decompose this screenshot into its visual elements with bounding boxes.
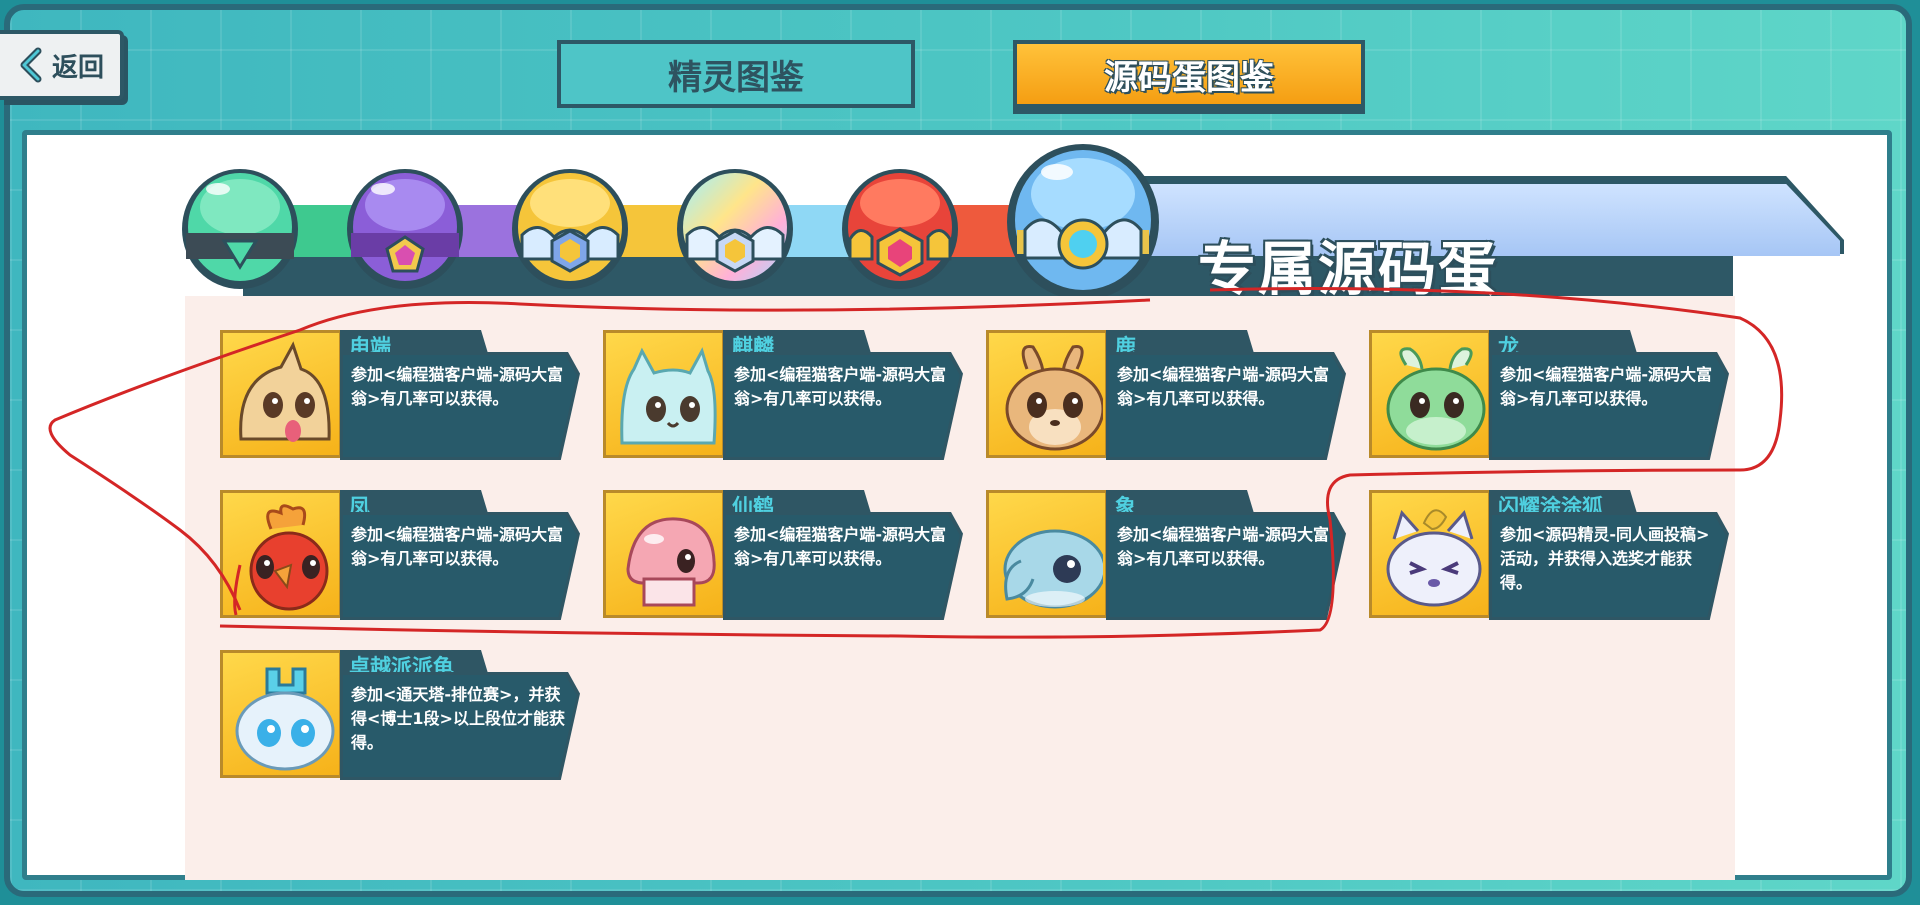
turtle-creature-icon [235,667,335,771]
tab-sprite-codex-label: 精灵图鉴 [668,57,804,98]
creature-portrait [1369,490,1491,618]
creature-obtain-desc: 参加<通天塔-排位赛>，并获得<博士1段>以上段位才能获得。 [351,685,565,752]
creature-card-shining-fox[interactable]: 闪耀涂涂狐 参加<源码精灵-同人画投稿>活动，并获得入选奖才能获得。 [1369,490,1729,620]
rainbow-egg-icon[interactable] [673,163,797,291]
phoenix-creature-icon [249,504,329,611]
creature-card-excellent-turtle[interactable]: 卓越派派龟 参加<通天塔-排位赛>，并获得<博士1段>以上段位才能获得。 [220,650,580,780]
creature-card-deer[interactable]: 鹿 参加<编程猫客户端-源码大富翁>有几率可以获得。 [986,330,1346,460]
tab-source-egg-codex[interactable]: 源码蛋图鉴 [1013,40,1365,108]
luduan-creature-icon [239,341,331,442]
creature-obtain-desc: 参加<编程猫客户端-源码大富翁>有几率可以获得。 [351,525,564,568]
red-egg-icon[interactable] [838,163,962,291]
crane-creature-icon [626,517,716,607]
qilin-creature-icon [620,347,717,445]
gold-egg-icon[interactable] [508,163,632,291]
tab-source-egg-codex-label: 源码蛋图鉴 [1104,57,1274,98]
fox-creature-icon [1386,509,1482,607]
exclusive-blue-egg-icon[interactable] [1003,138,1163,302]
creature-portrait [220,650,342,778]
chevron-left-icon [20,47,42,83]
tab-sprite-codex[interactable]: 精灵图鉴 [557,40,915,108]
creature-card-crane[interactable]: 仙鹤 参加<编程猫客户端-源码大富翁>有几率可以获得。 [603,490,963,620]
creature-portrait [603,330,725,458]
creature-obtain-desc: 参加<编程猫客户端-源码大富翁>有几率可以获得。 [351,365,564,408]
creature-card-luduan[interactable]: 甪端 参加<编程猫客户端-源码大富翁>有几率可以获得。 [220,330,580,460]
creature-obtain-desc: 参加<编程猫客户端-源码大富翁>有几率可以获得。 [734,525,947,568]
creature-portrait [1369,330,1491,458]
creature-card-qilin[interactable]: 麒麟 参加<编程猫客户端-源码大富翁>有几率可以获得。 [603,330,963,460]
creature-obtain-desc: 参加<编程猫客户端-源码大富翁>有几率可以获得。 [1117,365,1330,408]
creature-obtain-desc: 参加<源码精灵-同人画投稿>活动，并获得入选奖才能获得。 [1500,525,1710,592]
creature-portrait [220,330,342,458]
egg-track-title: 专属源码蛋 [1198,235,1499,303]
purple-egg-icon[interactable] [343,163,467,291]
creature-obtain-desc: 参加<编程猫客户端-源码大富翁>有几率可以获得。 [1500,365,1713,408]
back-button[interactable]: 返回 [0,30,124,100]
creature-card-dragon[interactable]: 龙 参加<编程猫客户端-源码大富翁>有几率可以获得。 [1369,330,1729,460]
creature-portrait [986,330,1108,458]
back-button-label: 返回 [51,52,104,83]
creature-obtain-desc: 参加<编程猫客户端-源码大富翁>有几率可以获得。 [734,365,947,408]
dragon-creature-icon [1386,347,1486,451]
creature-obtain-desc: 参加<编程猫客户端-源码大富翁>有几率可以获得。 [1117,525,1330,568]
creature-portrait [603,490,725,618]
creature-card-phoenix[interactable]: 凤 参加<编程猫客户端-源码大富翁>有几率可以获得。 [220,490,580,620]
creature-portrait [220,490,342,618]
creature-portrait [986,490,1108,618]
elephant-creature-icon [1003,529,1103,609]
creature-card-elephant[interactable]: 象 参加<编程猫客户端-源码大富翁>有几率可以获得。 [986,490,1346,620]
deer-creature-icon [1005,344,1103,451]
green-egg-icon[interactable] [178,163,302,291]
